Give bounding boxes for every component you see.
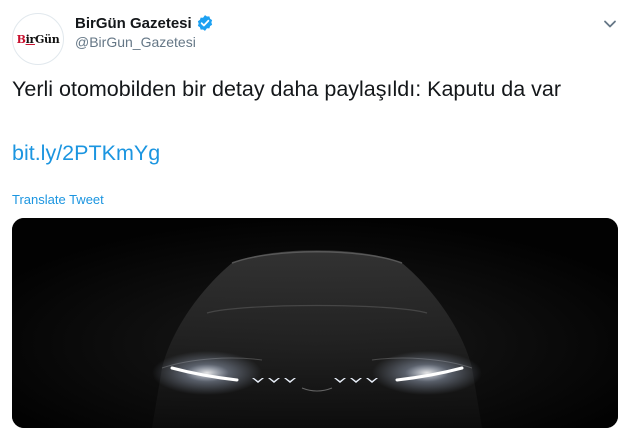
- more-options-button[interactable]: [600, 14, 620, 34]
- verified-badge-icon: [196, 14, 214, 32]
- author-name-row: BirGün Gazetesi: [75, 14, 214, 32]
- avatar[interactable]: BirGün: [12, 13, 64, 65]
- chevron-down-icon: [604, 20, 616, 28]
- handle[interactable]: @BirGun_Gazetesi: [75, 34, 196, 50]
- avatar-logo: BirGün: [16, 32, 60, 46]
- translate-tweet-link[interactable]: Translate Tweet: [12, 192, 104, 207]
- tweet-text: Yerli otomobilden bir detay daha paylaşı…: [12, 77, 562, 101]
- tweet-media-image[interactable]: [12, 218, 618, 428]
- car-image: [12, 218, 618, 428]
- tweet-link[interactable]: bit.ly/2PTKmYg: [12, 139, 160, 168]
- display-name[interactable]: BirGün Gazetesi: [75, 15, 192, 32]
